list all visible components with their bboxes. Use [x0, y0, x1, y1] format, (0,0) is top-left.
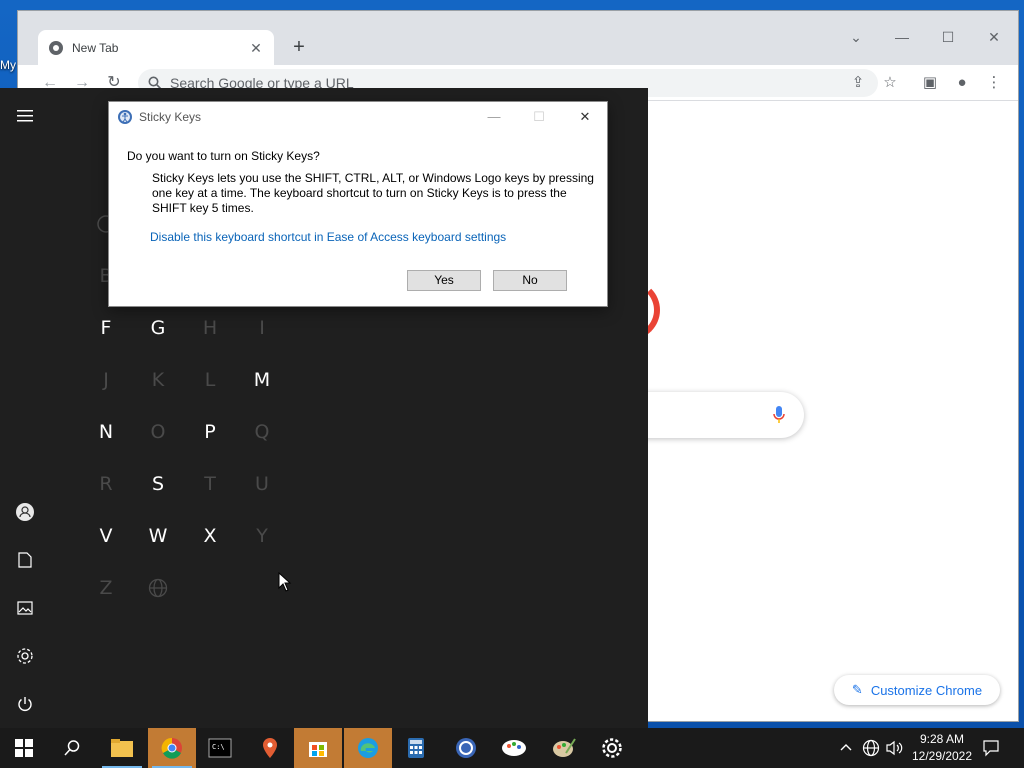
clock-time: 9:28 AM — [919, 732, 965, 746]
letter-J: J — [103, 369, 109, 391]
no-button[interactable]: No — [493, 270, 567, 291]
profile-icon[interactable]: ● — [952, 73, 972, 93]
dialog-title: Sticky Keys — [139, 110, 202, 124]
taskbar-chrome[interactable] — [148, 728, 196, 768]
pictures-icon[interactable] — [10, 593, 40, 623]
yes-button[interactable]: Yes — [407, 270, 481, 291]
network-icon[interactable] — [862, 728, 880, 768]
letter-P[interactable]: P — [184, 406, 236, 458]
windows-logo-icon — [15, 739, 33, 757]
edge-icon — [358, 738, 378, 758]
letter-V[interactable]: V — [80, 510, 132, 562]
settings-icon — [602, 738, 622, 758]
taskbar-paint-palette[interactable] — [540, 728, 588, 768]
letter-Z: Z — [99, 577, 113, 599]
user-account-icon[interactable] — [10, 497, 40, 527]
taskbar-settings[interactable] — [588, 728, 636, 768]
settings-gear-icon[interactable] — [10, 641, 40, 671]
letter-U: U — [255, 473, 269, 495]
letter-L: L — [204, 369, 216, 391]
letter-globe-icon — [132, 562, 184, 614]
taskbar-terminal[interactable]: C:\ — [196, 728, 244, 768]
menu-kebab-icon[interactable]: ⋮ — [984, 73, 1004, 93]
taskbar-maps[interactable] — [246, 728, 294, 768]
dialog-maximize-button: ☐ — [533, 109, 545, 124]
letter-O: O — [150, 421, 166, 443]
letter-Y: Y — [256, 525, 268, 547]
tab-strip: New Tab ✕ + ⌄ — ☐ ✕ — [18, 11, 1018, 65]
bookmark-star-icon[interactable]: ☆ — [880, 73, 900, 93]
new-tab-button[interactable]: + — [288, 37, 310, 59]
tab-new-tab[interactable]: New Tab ✕ — [38, 30, 274, 65]
ease-of-access-icon — [118, 110, 132, 124]
voice-search-icon[interactable] — [772, 405, 786, 425]
taskbar-paint[interactable] — [490, 728, 538, 768]
show-hidden-icons[interactable] — [838, 728, 854, 768]
customize-chrome-label: Customize Chrome — [870, 682, 983, 698]
start-button[interactable] — [0, 728, 48, 768]
letter-S[interactable]: S — [132, 458, 184, 510]
customize-chrome-button[interactable]: ✎ Customize Chrome — [834, 675, 1000, 705]
sticky-keys-dialog: Sticky Keys — ☐ ✕ Do you want to turn on… — [108, 101, 608, 307]
letter-I: I — [259, 317, 265, 339]
taskbar-edge[interactable] — [344, 728, 392, 768]
dialog-close-button[interactable]: ✕ — [570, 108, 600, 126]
tab-title: New Tab — [72, 40, 119, 55]
chevron-up-icon — [840, 744, 852, 751]
maps-icon — [263, 738, 277, 758]
letter-F[interactable]: F — [80, 302, 132, 354]
letter-W[interactable]: W — [132, 510, 184, 562]
tab-close-icon[interactable]: ✕ — [248, 40, 264, 56]
store-icon — [309, 742, 327, 757]
taskbar-search-icon — [64, 740, 80, 756]
letter-T: T — [204, 473, 216, 495]
documents-icon[interactable] — [10, 545, 40, 575]
letter-M[interactable]: M — [236, 354, 288, 406]
letter-H: H — [202, 317, 218, 339]
dialog-question: Do you want to turn on Sticky Keys? — [127, 149, 320, 163]
taskbar-clock[interactable]: 9:28 AM 12/29/2022 — [908, 731, 976, 765]
power-icon[interactable] — [10, 689, 40, 719]
letter-Q: Q — [254, 421, 270, 443]
chrome-favicon-icon — [49, 40, 63, 55]
desktop-icon-label[interactable]: My — [0, 58, 16, 72]
taskbar-calculator[interactable] — [392, 728, 440, 768]
volume-icon[interactable] — [885, 728, 903, 768]
tab-search-icon[interactable]: ⌄ — [844, 27, 868, 47]
share-icon[interactable]: ⇪ — [848, 73, 868, 93]
clock-date: 12/29/2022 — [911, 749, 973, 763]
pencil-icon: ✎ — [851, 682, 863, 697]
side-panel-icon[interactable]: ▣ — [920, 73, 940, 93]
maximize-button[interactable]: ☐ — [936, 27, 960, 47]
paint-palette-icon — [553, 738, 576, 757]
letter-X[interactable]: X — [184, 510, 236, 562]
ease-of-access-settings-link[interactable]: Disable this keyboard shortcut in Ease o… — [150, 230, 506, 244]
taskbar-file-explorer[interactable] — [98, 728, 146, 768]
taskbar-app-circle[interactable] — [442, 728, 490, 768]
dialog-body: Sticky Keys lets you use the SHIFT, CTRL… — [152, 171, 594, 215]
action-center-icon[interactable] — [982, 728, 1000, 768]
close-window-button[interactable]: ✕ — [982, 27, 1006, 47]
taskbar: C:\ 9:28 AM 12/29/2022 — [0, 728, 1024, 768]
terminal-icon: C:\ — [208, 738, 232, 758]
minimize-button[interactable]: — — [890, 27, 914, 47]
search-button[interactable] — [48, 728, 96, 768]
mouse-cursor-icon — [278, 572, 292, 592]
letter-K: K — [151, 369, 165, 391]
letter-G[interactable]: G — [132, 302, 184, 354]
vscode-like-icon — [456, 738, 476, 758]
file-explorer-icon — [111, 739, 133, 757]
paint-icon — [502, 740, 526, 756]
letter-R: R — [99, 473, 113, 495]
start-rail — [0, 88, 50, 728]
taskbar-store[interactable] — [294, 728, 342, 768]
chrome-icon — [161, 737, 182, 759]
calculator-icon — [408, 738, 424, 758]
letter-N[interactable]: N — [80, 406, 132, 458]
svg-text:C:\: C:\ — [212, 743, 225, 751]
dialog-minimize-button[interactable]: — — [479, 108, 509, 126]
hamburger-menu-icon[interactable] — [10, 101, 40, 131]
